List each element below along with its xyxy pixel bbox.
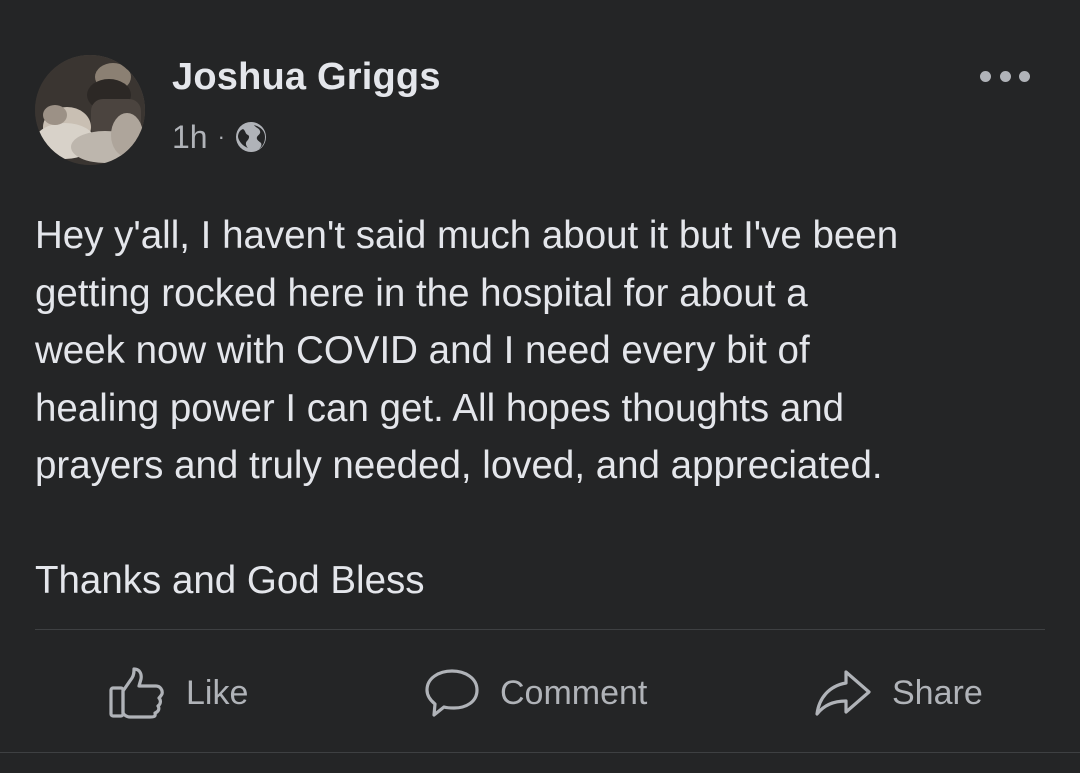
thumbs-up-icon <box>109 667 164 719</box>
facebook-post: Joshua Griggs 1h · Hey y'all, I haven't … <box>0 0 1080 773</box>
share-arrow-icon <box>815 670 871 716</box>
speech-bubble-icon <box>425 669 479 717</box>
share-label: Share <box>892 673 983 712</box>
post-body: Hey y'all, I haven't said much about it … <box>35 207 1045 610</box>
author-name[interactable]: Joshua Griggs <box>172 56 441 99</box>
more-dot <box>1019 70 1030 82</box>
meta-separator: · <box>217 124 225 149</box>
post-timestamp[interactable]: 1h <box>172 119 208 156</box>
post-text-line: Thanks and God Bless <box>35 559 425 602</box>
post-text-line: week now with COVID and I need every bit… <box>35 329 810 372</box>
post-actions-bar: Like Comment Share <box>0 660 1080 726</box>
author-avatar[interactable] <box>35 55 145 165</box>
like-label: Like <box>186 673 249 712</box>
post-meta: 1h · <box>172 117 268 157</box>
post-text-line: Hey y'all, I haven't said much about it … <box>35 214 899 257</box>
like-button[interactable]: Like <box>108 660 248 726</box>
post-text-line: healing power I can get. All hopes thoug… <box>35 386 845 430</box>
actions-divider <box>35 629 1045 630</box>
comment-button[interactable]: Comment <box>424 660 647 726</box>
post-text-line: prayers and truly needed, loved, and app… <box>35 444 883 487</box>
globe-icon[interactable] <box>234 120 268 154</box>
more-dot <box>980 70 991 82</box>
post-bottom-divider <box>0 752 1080 753</box>
comment-label: Comment <box>500 673 648 712</box>
more-dot <box>999 70 1011 82</box>
post-text-line: getting rocked here in the hospital for … <box>35 271 808 315</box>
more-options-icon[interactable] <box>980 62 1030 90</box>
share-button[interactable]: Share <box>814 660 983 726</box>
